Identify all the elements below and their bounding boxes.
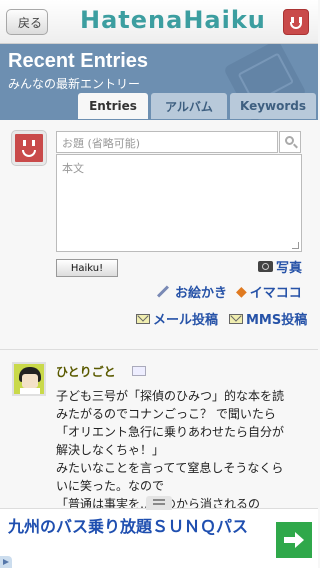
pencil-icon: [156, 285, 170, 298]
mms-post-link[interactable]: MMS投稿: [229, 309, 307, 328]
page-subtitle: みんなの最新エントリー: [8, 77, 141, 91]
entry-keyword-link[interactable]: ひとりごと: [56, 363, 116, 380]
page-header: Recent Entries みんなの最新エントリー Entries アルバム …: [0, 44, 318, 120]
photo-link[interactable]: 写真: [258, 257, 302, 276]
tab-keywords[interactable]: Keywords: [230, 93, 316, 119]
mms-post-label: MMS投稿: [246, 313, 308, 328]
draw-label: お絵かき: [175, 286, 228, 301]
entry-line: いに笑った。なので: [56, 479, 165, 493]
divider: [0, 349, 318, 350]
camera-icon: [258, 261, 273, 272]
ad-handle[interactable]: [146, 496, 172, 510]
smile-icon: [284, 10, 308, 34]
photo-label: 写真: [276, 261, 303, 276]
user-avatar[interactable]: [283, 9, 309, 35]
submit-button[interactable]: Haiku!: [56, 259, 118, 277]
mail-post-label: メール投稿: [153, 313, 219, 328]
app-logo[interactable]: HatenaHaiku: [80, 6, 266, 34]
body-textarea[interactable]: 本文: [56, 154, 302, 252]
entry-author-avatar[interactable]: [12, 362, 46, 396]
page-title: Recent Entries: [8, 50, 149, 72]
tab-album[interactable]: アルバム: [151, 93, 227, 119]
entry-line: みたいなことを言ってて窒息しそうなくら: [56, 461, 284, 475]
title-input[interactable]: お題 (省略可能): [56, 131, 278, 153]
tab-entries[interactable]: Entries: [78, 93, 148, 119]
imacoco-link[interactable]: ◆ イマココ: [236, 282, 302, 302]
poster-avatar: [12, 131, 46, 165]
mail-post-link[interactable]: メール投稿: [136, 309, 218, 328]
ad-info-icon[interactable]: [0, 556, 12, 568]
mail-icon: [136, 313, 150, 324]
resize-handle[interactable]: [292, 242, 299, 249]
top-bar: 戻る HatenaHaiku: [0, 0, 318, 44]
footprint-icon: ◆: [236, 283, 247, 300]
entry-body: 子ども三号が「探偵のひみつ」的な本を読 みたがるのでコナンごっこ？ で聞いたら …: [56, 387, 306, 513]
body-placeholder: 本文: [62, 162, 84, 175]
smile-icon: [15, 134, 43, 162]
imacoco-label: イマココ: [249, 286, 302, 301]
entry-line: 「オリエント急行に乗りあわせたら自分が: [56, 425, 285, 439]
mail-icon: [229, 313, 243, 324]
draw-link[interactable]: お絵かき: [156, 282, 227, 301]
entry-line: 解決しなくちゃ！」: [56, 443, 165, 457]
back-button[interactable]: 戻る: [6, 9, 48, 35]
entry-line: みたがるのでコナンごっこ？ で聞いたら: [56, 407, 276, 421]
arrow-right-icon[interactable]: [276, 522, 312, 558]
ad-text[interactable]: 九州のバス乗り放題ＳＵＮＱパス: [8, 516, 266, 538]
entry-line: 子ども三号が「探偵のひみつ」的な本を読: [56, 389, 285, 403]
feed-icon[interactable]: [132, 366, 146, 376]
keyword-search-button[interactable]: [279, 131, 301, 153]
